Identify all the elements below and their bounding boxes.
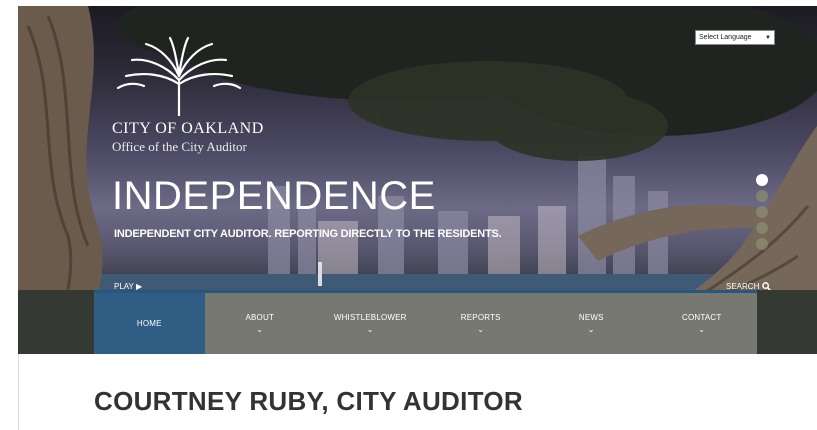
office-name: Office of the City Auditor — [112, 139, 247, 154]
nav-item-label: WHISTLEBLOWER — [333, 313, 407, 322]
chevron-down-icon: ⌄ — [587, 325, 595, 334]
slide-dot[interactable] — [756, 238, 768, 250]
nav-item-label: ABOUT — [245, 313, 275, 322]
slide-indicators — [756, 174, 768, 254]
city-name: CITY OF OAKLAND — [112, 120, 264, 137]
slide-dot[interactable] — [756, 174, 768, 186]
nav-item-label: NEWS — [578, 313, 604, 322]
dropdown-arrow-icon: ▼ — [765, 34, 771, 41]
language-select[interactable]: Select Language ▼ — [695, 30, 775, 45]
chevron-down-icon: ⌄ — [366, 325, 374, 334]
chevron-down-icon: ⌄ — [477, 325, 485, 334]
nav-item-label: REPORTS — [460, 313, 501, 322]
nav-item-about[interactable]: ABOUT ⌄ — [205, 293, 316, 354]
slide-dot[interactable] — [756, 222, 768, 234]
hero-subtitle: INDEPENDENT CITY AUDITOR. REPORTING DIRE… — [114, 228, 502, 240]
nav-item-news[interactable]: NEWS ⌄ — [536, 293, 647, 354]
nav-item-label: CONTACT — [682, 313, 722, 322]
nav-item-home[interactable]: HOME — [94, 293, 205, 354]
chevron-down-icon: ⌄ — [256, 325, 264, 334]
language-select-label: Select Language — [699, 34, 752, 41]
nav-item-label: HOME — [136, 319, 162, 328]
hero-title: INDEPENDENCE — [112, 174, 436, 218]
chevron-down-icon: ⌄ — [698, 325, 706, 334]
nav-item-contact[interactable]: CONTACT ⌄ — [647, 293, 758, 354]
content-border — [18, 354, 19, 430]
oakland-tree-logo-icon[interactable] — [114, 36, 244, 116]
main-nav: HOME ABOUT ⌄ WHISTLEBLOWER ⌄ REPORTS ⌄ N… — [94, 290, 757, 354]
nav-item-whistleblower[interactable]: WHISTLEBLOWER ⌄ — [315, 293, 426, 354]
page-title: COURTNEY RUBY, CITY AUDITOR — [94, 386, 523, 416]
nav-item-reports[interactable]: REPORTS ⌄ — [426, 293, 537, 354]
slide-dot[interactable] — [756, 206, 768, 218]
slide-dot[interactable] — [756, 190, 768, 202]
